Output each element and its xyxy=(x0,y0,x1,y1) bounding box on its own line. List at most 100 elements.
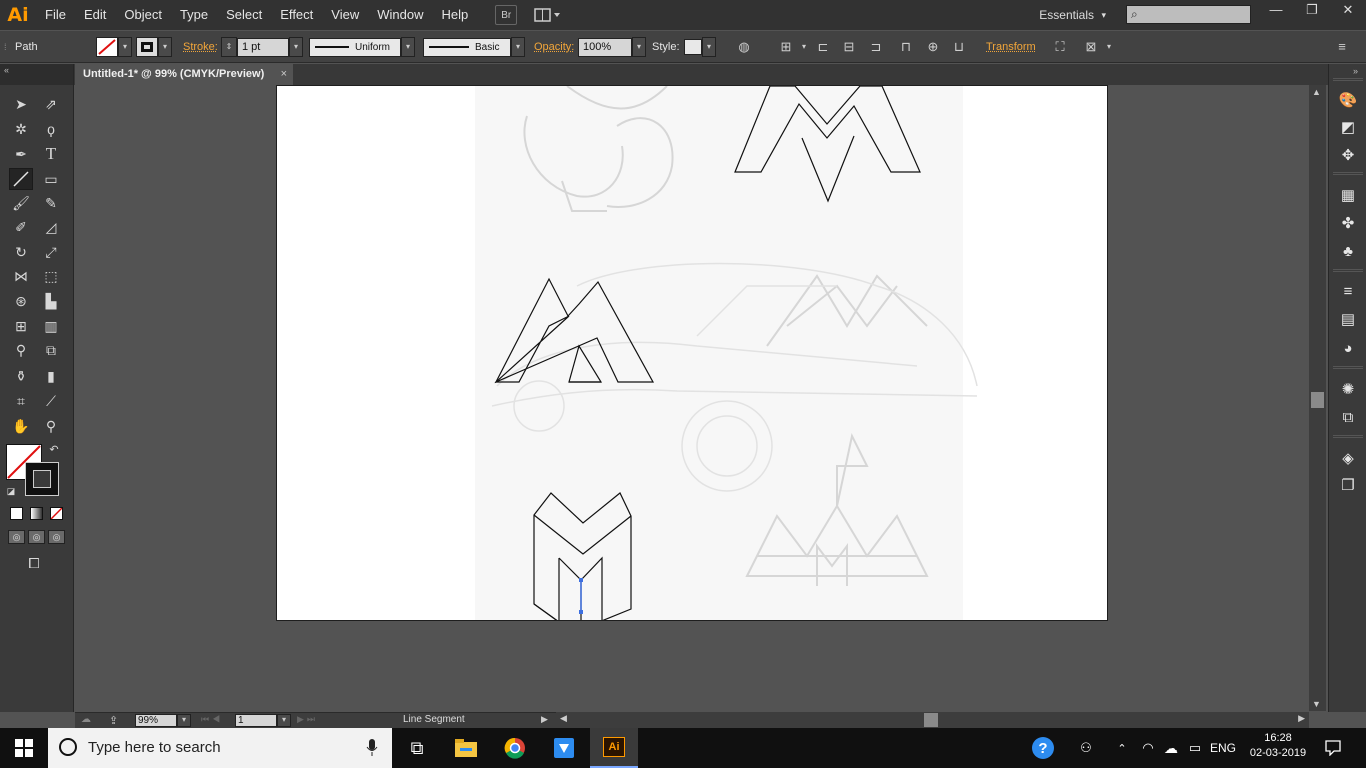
transparency-panel-icon[interactable]: ◕ xyxy=(1338,339,1358,359)
kuler-panel-icon[interactable]: ✥ xyxy=(1338,146,1358,166)
opacity-field[interactable]: 100% xyxy=(578,37,632,57)
start-button[interactable] xyxy=(0,728,48,768)
draw-normal-icon[interactable]: ◎ xyxy=(8,530,25,544)
profile-field[interactable]: Uniform xyxy=(309,37,401,57)
zoom-tool-icon[interactable]: ⚲ xyxy=(39,415,63,437)
transform-link[interactable]: Transform xyxy=(986,41,1036,53)
align-right-icon[interactable]: ⊐ xyxy=(867,38,885,56)
menu-edit[interactable]: Edit xyxy=(75,0,115,30)
align-top-icon[interactable]: ⊓ xyxy=(897,38,915,56)
document-tab[interactable]: Untitled-1* @ 99% (CMYK/Preview) × xyxy=(75,64,293,85)
eraser-tool-icon[interactable]: ◿ xyxy=(39,216,63,238)
none-mode-icon[interactable] xyxy=(50,507,63,520)
cloud-sync-icon[interactable]: ☁ xyxy=(81,714,99,727)
onedrive-icon[interactable]: ☁ xyxy=(1160,728,1182,768)
type-tool-icon[interactable]: T xyxy=(39,143,63,165)
magic-wand-tool-icon[interactable]: ✲ xyxy=(9,118,33,140)
align-to-selection-icon[interactable]: ⊞ xyxy=(777,38,795,56)
battery-icon[interactable]: ▭ xyxy=(1184,728,1206,768)
appearance-panel-icon[interactable]: ✺ xyxy=(1338,380,1358,400)
color-mode-icon[interactable] xyxy=(10,507,23,520)
width-tool-icon[interactable]: ⋈ xyxy=(9,265,33,287)
pen-tool-icon[interactable]: ✒ xyxy=(9,143,33,165)
brush-definition[interactable]: Basic ▾ xyxy=(423,37,525,57)
selection-tool-icon[interactable]: ➤ xyxy=(9,93,33,115)
gradient-tool-icon[interactable]: ▥ xyxy=(39,315,63,337)
stroke-color-box[interactable] xyxy=(25,462,59,496)
artboards-panel-icon[interactable]: ❐ xyxy=(1338,476,1358,496)
stroke-label[interactable]: Stroke: xyxy=(183,41,218,53)
column-graph-tool-icon[interactable]: ▮ xyxy=(39,365,63,387)
free-transform-tool-icon[interactable]: ⬚ xyxy=(39,265,63,287)
gradient-panel-icon[interactable]: ▤ xyxy=(1338,310,1358,330)
align-left-icon[interactable]: ⊏ xyxy=(814,38,832,56)
restore-button[interactable]: ❐ xyxy=(1294,0,1330,22)
scroll-right-icon[interactable]: ▶ xyxy=(1298,713,1305,724)
illustrator-taskbar-icon[interactable]: Ai xyxy=(590,728,638,768)
perspective-grid-tool-icon[interactable]: ▙ xyxy=(39,290,63,312)
graphic-styles-panel-icon[interactable]: ⧉ xyxy=(1338,408,1358,428)
swatches-panel-icon[interactable]: ▦ xyxy=(1338,186,1358,206)
vertical-scroll-thumb[interactable] xyxy=(1311,392,1324,408)
blob-brush-tool-icon[interactable]: ✐ xyxy=(9,216,33,238)
tools-panel-header[interactable]: « xyxy=(0,64,73,85)
menu-view[interactable]: View xyxy=(322,0,368,30)
stroke-weight-control[interactable]: ⇕ 1 pt ▾ xyxy=(221,37,303,57)
arrange-options-icon[interactable]: ⊠ xyxy=(1082,38,1100,56)
gradient-mode-icon[interactable] xyxy=(30,507,43,520)
artboard-dropdown-icon[interactable]: ▾ xyxy=(277,714,291,727)
zoom-field[interactable]: 99% xyxy=(135,714,177,727)
opacity-label[interactable]: Opacity: xyxy=(534,41,574,53)
task-view-icon[interactable]: ⧉ xyxy=(393,728,441,768)
mesh-tool-icon[interactable]: ⊞ xyxy=(9,315,33,337)
people-icon[interactable]: ⚇ xyxy=(1076,728,1096,768)
stroke-panel-icon[interactable]: ≡ xyxy=(1338,282,1358,302)
arrange-documents-icon[interactable] xyxy=(533,5,563,25)
fill-dropdown-icon[interactable]: ▾ xyxy=(118,37,132,57)
close-window-button[interactable]: ✕ xyxy=(1330,0,1366,22)
artboard-canvas[interactable] xyxy=(276,85,1108,621)
hand-tool-icon[interactable]: ✋ xyxy=(9,415,33,437)
workspace-switcher[interactable]: Essentials xyxy=(1028,5,1108,25)
share-icon[interactable]: ⇪ xyxy=(109,714,118,727)
menu-file[interactable]: File xyxy=(36,0,75,30)
wifi-icon[interactable]: ◠ xyxy=(1138,728,1158,768)
graphic-style-control[interactable]: ▾ xyxy=(684,37,716,57)
menu-help[interactable]: Help xyxy=(432,0,477,30)
fill-swatch[interactable]: ▾ xyxy=(96,37,132,57)
stroke-weight-field[interactable]: 1 pt xyxy=(237,37,289,57)
horizontal-scroll-thumb[interactable] xyxy=(924,713,938,727)
symbols-panel-icon[interactable]: ♣ xyxy=(1338,242,1358,262)
style-swatch[interactable] xyxy=(684,39,702,55)
zoom-dropdown-icon[interactable]: ▾ xyxy=(177,714,191,727)
draw-behind-icon[interactable]: ◎ xyxy=(28,530,45,544)
symbol-sprayer-tool-icon[interactable]: ⚱ xyxy=(9,365,33,387)
chrome-icon[interactable] xyxy=(491,728,539,768)
menu-type[interactable]: Type xyxy=(171,0,217,30)
help-search-input[interactable]: ⌕ xyxy=(1126,5,1251,24)
arrange-dropdown-icon[interactable]: ▾ xyxy=(1100,38,1118,56)
stroke-dropdown-icon[interactable]: ▾ xyxy=(158,37,172,57)
scroll-left-icon[interactable]: ◀ xyxy=(560,713,567,724)
stroke-swatch[interactable]: ▾ xyxy=(136,37,172,57)
eyedropper-tool-icon[interactable]: ⚲ xyxy=(9,339,33,361)
scroll-up-icon[interactable]: ▲ xyxy=(1312,87,1321,97)
help-tray-icon[interactable]: ? xyxy=(1030,728,1056,768)
default-colors-icon[interactable]: ◪ xyxy=(4,484,18,498)
profile-dropdown-icon[interactable]: ▾ xyxy=(401,37,415,57)
artboard-tool-icon[interactable]: ⌗ xyxy=(9,390,33,412)
lasso-tool-icon[interactable]: ϙ xyxy=(39,118,63,140)
color-guide-panel-icon[interactable]: ◩ xyxy=(1338,118,1358,138)
stroke-weight-dropdown-icon[interactable]: ▾ xyxy=(289,37,303,57)
tool-app-icon[interactable] xyxy=(540,728,588,768)
paintbrush-tool-icon[interactable]: 🖌 xyxy=(9,192,33,214)
collapse-icon[interactable]: « xyxy=(4,65,9,75)
clock[interactable]: 16:28 02-03-2019 xyxy=(1244,732,1312,759)
first-prev-artboard-icon[interactable]: ⏮◀ xyxy=(201,714,223,727)
style-dropdown-icon[interactable]: ▾ xyxy=(702,37,716,57)
opacity-control[interactable]: 100% ▾ xyxy=(578,37,646,57)
variable-width-profile[interactable]: Uniform ▾ xyxy=(309,37,415,57)
panel-menu-icon[interactable]: ≡ xyxy=(1333,38,1351,56)
minimize-button[interactable]: — xyxy=(1258,0,1294,22)
taskbar-search-box[interactable]: Type here to search xyxy=(48,728,392,768)
